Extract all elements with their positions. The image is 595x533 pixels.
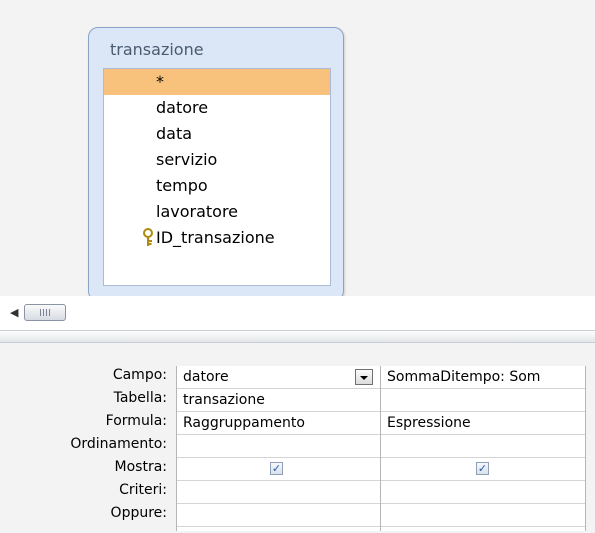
- grid-cell-campo-col1[interactable]: datore: [177, 366, 380, 389]
- row-label-oppure: Oppure:: [110, 505, 167, 521]
- grid-cell-ordinamento-col2[interactable]: [381, 435, 585, 458]
- grid-cell-campo-col2[interactable]: SommaDitempo: Som: [381, 366, 585, 389]
- grid-cell-tabella-col2[interactable]: [381, 389, 585, 412]
- grid-cell-formula-col1[interactable]: Raggruppamento: [177, 412, 380, 435]
- field-item-all[interactable]: *: [104, 69, 330, 95]
- column-separator[interactable]: [380, 366, 381, 531]
- horizontal-scrollbar[interactable]: ◀: [0, 296, 595, 330]
- query-design-area: transazione * datore data servizio tempo…: [0, 0, 595, 301]
- query-design-grid: datore transazione Raggruppamento ✓ Somm…: [176, 366, 586, 531]
- grid-cell-mostra-col1[interactable]: ✓: [177, 458, 380, 481]
- field-item-tempo[interactable]: tempo: [104, 173, 330, 199]
- grid-cell-formula-col2[interactable]: Espressione: [381, 412, 585, 435]
- table-field-list-window[interactable]: transazione * datore data servizio tempo…: [88, 27, 344, 301]
- grid-cell-oppure-col2[interactable]: [381, 504, 585, 527]
- primary-key-icon: [140, 225, 156, 251]
- row-label-mostra: Mostra:: [114, 459, 167, 475]
- scroll-left-arrow-icon[interactable]: ◀: [10, 306, 18, 319]
- field-item-lavoratore[interactable]: lavoratore: [104, 199, 330, 225]
- grid-cell-ordinamento-col1[interactable]: [177, 435, 380, 458]
- pane-splitter[interactable]: [0, 330, 595, 343]
- row-label-tabella: Tabella:: [113, 390, 167, 406]
- grid-cell-oppure-col1[interactable]: [177, 504, 380, 527]
- row-label-ordinamento: Ordinamento:: [70, 436, 167, 452]
- field-list: * datore data servizio tempo lavoratore …: [103, 68, 331, 286]
- field-label: ID_transazione: [156, 228, 275, 247]
- field-item-servizio[interactable]: servizio: [104, 147, 330, 173]
- checkbox-checked-icon[interactable]: ✓: [270, 462, 283, 475]
- grid-cell-tabella-col1[interactable]: transazione: [177, 389, 380, 412]
- grid-cell-criteri-col2[interactable]: [381, 481, 585, 504]
- field-item-data[interactable]: data: [104, 121, 330, 147]
- field-item-datore[interactable]: datore: [104, 95, 330, 121]
- dropdown-arrow-icon[interactable]: [355, 369, 373, 385]
- row-label-criteri: Criteri:: [119, 482, 167, 498]
- grid-cell-criteri-col1[interactable]: [177, 481, 380, 504]
- column-separator[interactable]: [585, 366, 586, 531]
- scrollbar-thumb[interactable]: [24, 304, 66, 321]
- query-grid-area: Campo: Tabella: Formula: Ordinamento: Mo…: [0, 343, 595, 533]
- grid-cell-mostra-col2[interactable]: ✓: [381, 458, 585, 481]
- checkbox-checked-icon[interactable]: ✓: [476, 462, 489, 475]
- cell-value: datore: [183, 369, 229, 385]
- row-label-campo: Campo:: [112, 367, 167, 383]
- field-item-id-transazione[interactable]: ID_transazione: [104, 225, 330, 251]
- row-label-formula: Formula:: [105, 413, 167, 429]
- table-title: transazione: [110, 40, 204, 59]
